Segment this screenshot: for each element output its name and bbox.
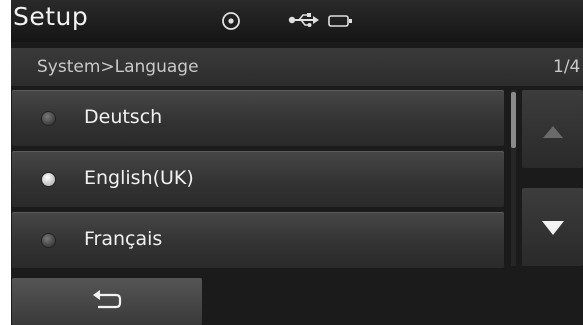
language-label: English(UK) xyxy=(84,167,194,189)
battery-icon xyxy=(328,13,354,32)
breadcrumb-bar: System>Language 1/4 xyxy=(11,48,583,86)
page-indicator: 1/4 xyxy=(553,57,581,77)
language-item-francais[interactable]: Français xyxy=(12,212,504,268)
triangle-down-icon xyxy=(542,220,564,239)
breadcrumb: System>Language xyxy=(37,57,199,77)
back-button[interactable] xyxy=(12,278,202,325)
header-bar: Setup xyxy=(11,0,583,42)
usb-icon xyxy=(288,12,320,32)
radio-indicator-selected xyxy=(42,173,55,186)
language-label: Français xyxy=(84,228,163,250)
scroll-up-button[interactable] xyxy=(522,90,583,168)
return-arrow-icon xyxy=(92,290,122,316)
language-item-english-uk[interactable]: English(UK) xyxy=(12,151,504,207)
language-item-deutsch[interactable]: Deutsch xyxy=(12,90,504,146)
scrollbar-thumb[interactable] xyxy=(511,92,516,148)
scroll-down-button[interactable] xyxy=(522,188,583,266)
language-label: Deutsch xyxy=(84,106,163,128)
infotainment-display: Setup System>Language 1/4 Deutsch Englis… xyxy=(11,0,583,325)
screenshot: Setup System>Language 1/4 Deutsch Englis… xyxy=(0,0,583,325)
radio-indicator xyxy=(42,234,55,247)
triangle-up-icon xyxy=(543,123,563,142)
radio-indicator xyxy=(42,112,55,125)
disc-icon xyxy=(221,11,241,35)
page-title: Setup xyxy=(13,2,89,31)
